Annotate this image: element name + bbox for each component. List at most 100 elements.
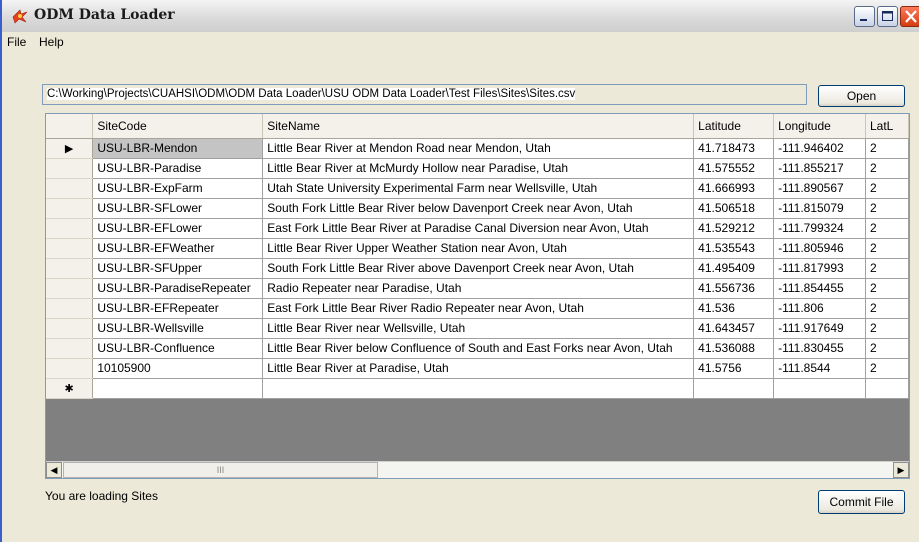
column-header-longitude[interactable]: Longitude — [773, 114, 866, 139]
cell-longitude[interactable]: -111.815079 — [773, 198, 866, 219]
scrollbar-thumb[interactable]: III — [63, 462, 378, 478]
row-header[interactable]: ✱ — [46, 378, 94, 399]
cell-latlong-datum[interactable]: 2 — [865, 158, 909, 179]
table-row[interactable]: USU-LBR-ParadiseRepeater Radio Repeater n… — [46, 278, 909, 299]
cell-new-longitude[interactable] — [773, 378, 866, 399]
column-header-sitecode[interactable]: SiteCode — [92, 114, 264, 139]
cell-longitude[interactable]: -111.855217 — [773, 158, 866, 179]
maximize-button[interactable] — [877, 6, 898, 27]
cell-sitename[interactable]: East Fork Little Bear River at Paradise … — [262, 218, 695, 239]
table-row[interactable]: USU-LBR-EFLower East Fork Little Bear Riv… — [46, 218, 909, 239]
cell-sitename[interactable]: South Fork Little Bear River below Daven… — [262, 198, 695, 219]
cell-latlong-datum[interactable]: 2 — [865, 318, 909, 339]
cell-sitecode[interactable]: USU-LBR-EFRepeater — [92, 298, 264, 319]
row-header[interactable] — [46, 338, 94, 359]
table-row[interactable]: ▶ USU-LBR-Mendon Little Bear River at Mend… — [46, 138, 909, 159]
cell-latitude[interactable]: 41.666993 — [693, 178, 775, 199]
scroll-left-button[interactable]: ◀ — [46, 462, 62, 478]
cell-longitude[interactable]: -111.854455 — [773, 278, 866, 299]
cell-latitude[interactable]: 41.718473 — [693, 138, 775, 159]
cell-sitecode[interactable]: USU-LBR-EFLower — [92, 218, 264, 239]
cell-longitude[interactable]: -111.890567 — [773, 178, 866, 199]
cell-latlong-datum[interactable]: 2 — [865, 198, 909, 219]
cell-latlong-datum[interactable]: 2 — [865, 238, 909, 259]
cell-latitude[interactable]: 41.506518 — [693, 198, 775, 219]
cell-sitecode[interactable]: 10105900 — [92, 358, 264, 379]
row-header[interactable] — [46, 158, 94, 179]
commit-file-button[interactable]: Commit File — [818, 490, 905, 514]
cell-sitecode[interactable]: USU-LBR-Mendon — [92, 138, 264, 159]
cell-sitecode[interactable]: USU-LBR-EFWeather — [92, 238, 264, 259]
cell-latlong-datum[interactable]: 2 — [865, 278, 909, 299]
close-button[interactable] — [900, 6, 919, 27]
cell-sitename[interactable]: Little Bear River at McMurdy Hollow near… — [262, 158, 695, 179]
column-header-sitename[interactable]: SiteName — [262, 114, 695, 139]
table-row[interactable]: USU-LBR-SFLower South Fork Little Bear Ri… — [46, 198, 909, 219]
cell-sitename[interactable]: Little Bear River near Wellsville, Utah — [262, 318, 695, 339]
cell-sitecode[interactable]: USU-LBR-Paradise — [92, 158, 264, 179]
row-header[interactable] — [46, 358, 94, 379]
cell-latitude[interactable]: 41.536088 — [693, 338, 775, 359]
cell-sitename[interactable]: South Fork Little Bear River above Daven… — [262, 258, 695, 279]
cell-latitude[interactable]: 41.575552 — [693, 158, 775, 179]
row-header[interactable] — [46, 258, 94, 279]
cell-latlong-datum[interactable]: 2 — [865, 258, 909, 279]
cell-latitude[interactable]: 41.536 — [693, 298, 775, 319]
cell-sitecode[interactable]: USU-LBR-ExpFarm — [92, 178, 264, 199]
cell-longitude[interactable]: -111.946402 — [773, 138, 866, 159]
horizontal-scrollbar[interactable]: ◀ III ▶ — [46, 461, 909, 478]
table-row[interactable]: 10105900 Little Bear River at Paradise, U… — [46, 358, 909, 379]
cell-longitude[interactable]: -111.917649 — [773, 318, 866, 339]
row-header[interactable] — [46, 278, 94, 299]
cell-latitude[interactable]: 41.495409 — [693, 258, 775, 279]
menu-file[interactable]: File — [7, 35, 26, 49]
cell-latlong-datum[interactable]: 2 — [865, 338, 909, 359]
cell-latlong-datum[interactable]: 2 — [865, 358, 909, 379]
new-row[interactable]: ✱ — [46, 378, 909, 399]
cell-latitude[interactable]: 41.556736 — [693, 278, 775, 299]
table-row[interactable]: USU-LBR-ExpFarm Utah State University Exp… — [46, 178, 909, 199]
cell-latlong-datum[interactable]: 2 — [865, 218, 909, 239]
menu-help[interactable]: Help — [39, 35, 64, 49]
row-header[interactable] — [46, 198, 94, 219]
cell-longitude[interactable]: -111.8544 — [773, 358, 866, 379]
column-header-latitude[interactable]: Latitude — [693, 114, 775, 139]
cell-new-sitename[interactable] — [262, 378, 695, 399]
table-row[interactable]: USU-LBR-SFUpper South Fork Little Bear Ri… — [46, 258, 909, 279]
row-header[interactable] — [46, 178, 94, 199]
table-row[interactable]: USU-LBR-EFRepeater East Fork Little Bear … — [46, 298, 909, 319]
row-header[interactable] — [46, 298, 94, 319]
cell-sitename[interactable]: Little Bear River at Paradise, Utah — [262, 358, 695, 379]
scroll-right-button[interactable]: ▶ — [893, 462, 909, 478]
row-header[interactable] — [46, 318, 94, 339]
table-row[interactable]: USU-LBR-Confluence Little Bear River belo… — [46, 338, 909, 359]
cell-sitename[interactable]: Little Bear River at Mendon Road near Me… — [262, 138, 695, 159]
column-header-latlong-datum[interactable]: LatL — [865, 114, 909, 139]
cell-new-latitude[interactable] — [693, 378, 775, 399]
cell-latlong-datum[interactable]: 2 — [865, 178, 909, 199]
file-path-field[interactable]: C:\Working\Projects\CUAHSI\ODM\ODM Data … — [42, 84, 807, 105]
cell-longitude[interactable]: -111.805946 — [773, 238, 866, 259]
minimize-button[interactable] — [854, 6, 875, 27]
cell-sitename[interactable]: Utah State University Experimental Farm … — [262, 178, 695, 199]
cell-sitecode[interactable]: USU-LBR-SFLower — [92, 198, 264, 219]
cell-longitude[interactable]: -111.830455 — [773, 338, 866, 359]
cell-longitude[interactable]: -111.799324 — [773, 218, 866, 239]
cell-latitude[interactable]: 41.5756 — [693, 358, 775, 379]
cell-sitecode[interactable]: USU-LBR-ParadiseRepeater — [92, 278, 264, 299]
table-row[interactable]: USU-LBR-Paradise Little Bear River at McM… — [46, 158, 909, 179]
cell-longitude[interactable]: -111.806 — [773, 298, 866, 319]
cell-sitecode[interactable]: USU-LBR-Wellsville — [92, 318, 264, 339]
cell-latlong-datum[interactable]: 2 — [865, 298, 909, 319]
cell-sitename[interactable]: East Fork Little Bear River Radio Repeat… — [262, 298, 695, 319]
cell-longitude[interactable]: -111.817993 — [773, 258, 866, 279]
row-header[interactable]: ▶ — [46, 138, 94, 159]
cell-latitude[interactable]: 41.643457 — [693, 318, 775, 339]
cell-sitename[interactable]: Little Bear River Upper Weather Station … — [262, 238, 695, 259]
cell-sitecode[interactable]: USU-LBR-SFUpper — [92, 258, 264, 279]
cell-new-latlong-datum[interactable] — [865, 378, 909, 399]
cell-sitename[interactable]: Little Bear River below Confluence of So… — [262, 338, 695, 359]
row-header[interactable] — [46, 218, 94, 239]
cell-sitecode[interactable]: USU-LBR-Confluence — [92, 338, 264, 359]
sites-data-grid[interactable]: SiteCode SiteName Latitude Longitude Lat… — [45, 113, 910, 479]
